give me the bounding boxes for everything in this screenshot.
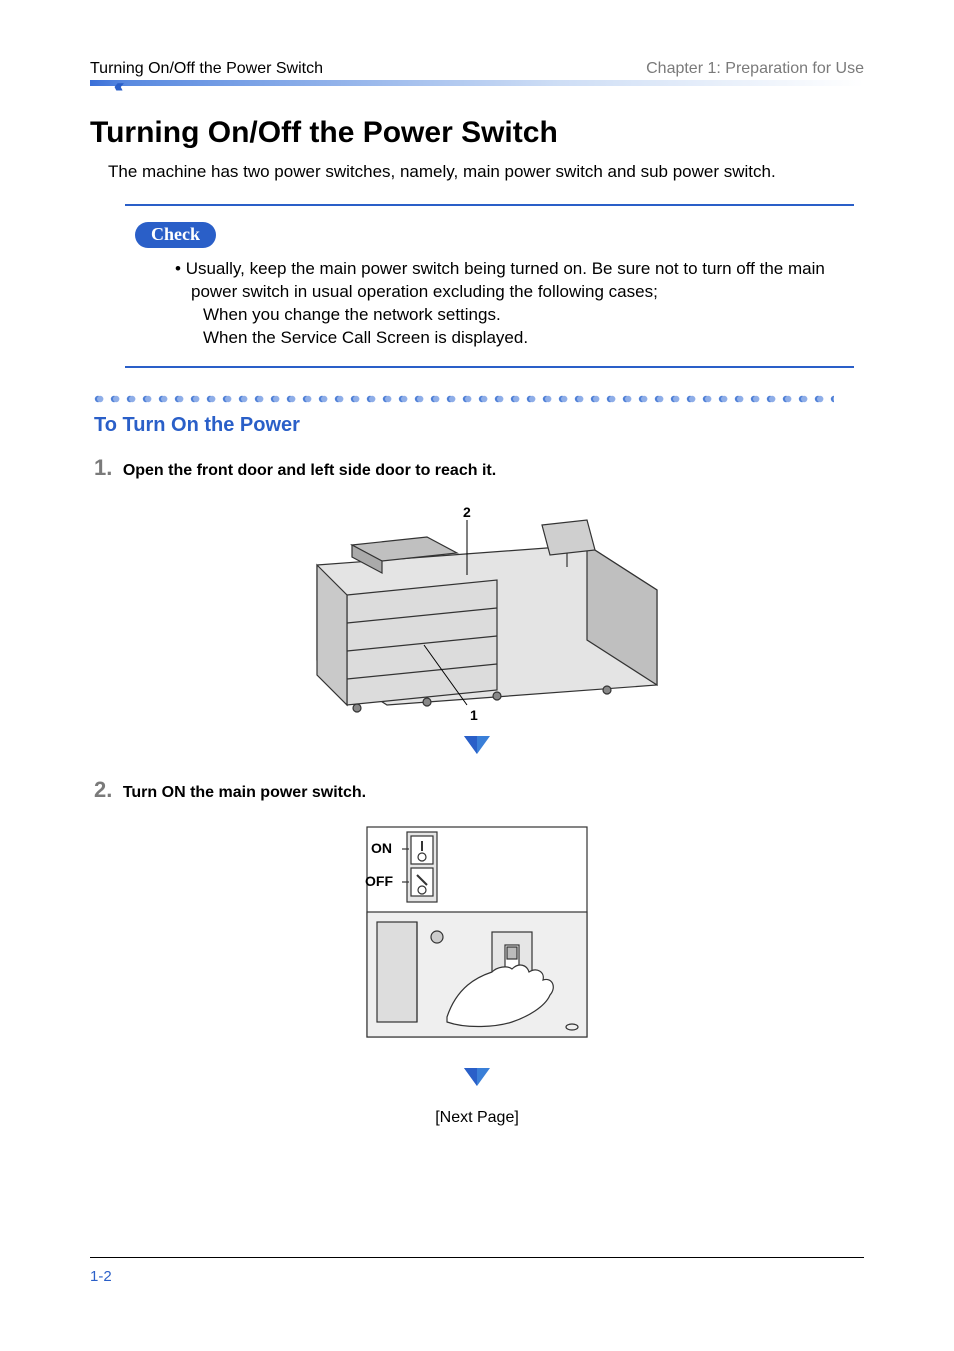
next-page-link[interactable]: [Next Page] bbox=[90, 1109, 864, 1127]
continue-arrow-2 bbox=[90, 1068, 864, 1091]
check-sub-1: When you change the network settings. bbox=[191, 304, 838, 327]
fig1-label-1: 1 bbox=[470, 707, 478, 723]
continue-arrow-1 bbox=[90, 736, 864, 759]
fig1-label-2: 2 bbox=[463, 504, 471, 520]
header-chapter: Chapter 1: Preparation for Use bbox=[646, 60, 864, 78]
check-bullet-text: Usually, keep the main power switch bein… bbox=[186, 259, 825, 301]
step-1-text: Open the front door and left side door t… bbox=[123, 462, 496, 479]
check-list: Usually, keep the main power switch bein… bbox=[135, 258, 838, 350]
step-2-number: 2. bbox=[94, 777, 112, 802]
dotted-divider bbox=[94, 392, 864, 410]
page-title: Turning On/Off the Power Switch bbox=[90, 116, 864, 150]
page-footer: 1-2 bbox=[90, 1257, 864, 1286]
header-section: Turning On/Off the Power Switch bbox=[90, 60, 323, 78]
figure-2-switch: ON OFF bbox=[90, 817, 864, 1062]
page-number: 1-2 bbox=[90, 1268, 112, 1285]
subheading-turn-on: To Turn On the Power bbox=[94, 414, 864, 437]
page-header: Turning On/Off the Power Switch Chapter … bbox=[90, 60, 864, 78]
intro-paragraph: The machine has two power switches, name… bbox=[108, 162, 864, 182]
check-sub-2: When the Service Call Screen is displaye… bbox=[191, 327, 838, 350]
down-triangle-icon bbox=[464, 736, 490, 754]
fig2-off-label: OFF bbox=[365, 873, 393, 889]
step-2: 2. Turn ON the main power switch. bbox=[94, 777, 864, 803]
fig2-on-label: ON bbox=[371, 840, 392, 856]
step-1-number: 1. bbox=[94, 455, 112, 480]
header-gradient-bar: ‹‹‹ bbox=[90, 80, 864, 86]
step-2-text: Turn ON the main power switch. bbox=[123, 784, 366, 801]
step-1: 1. Open the front door and left side doo… bbox=[94, 455, 864, 481]
check-bullet: Usually, keep the main power switch bein… bbox=[175, 258, 838, 350]
figure-1-printer: 2 1 bbox=[90, 495, 864, 730]
down-triangle-icon bbox=[464, 1068, 490, 1086]
check-callout: Check Usually, keep the main power switc… bbox=[125, 204, 854, 368]
back-chevrons-icon[interactable]: ‹‹‹ bbox=[114, 76, 120, 97]
check-badge: Check bbox=[135, 222, 216, 248]
